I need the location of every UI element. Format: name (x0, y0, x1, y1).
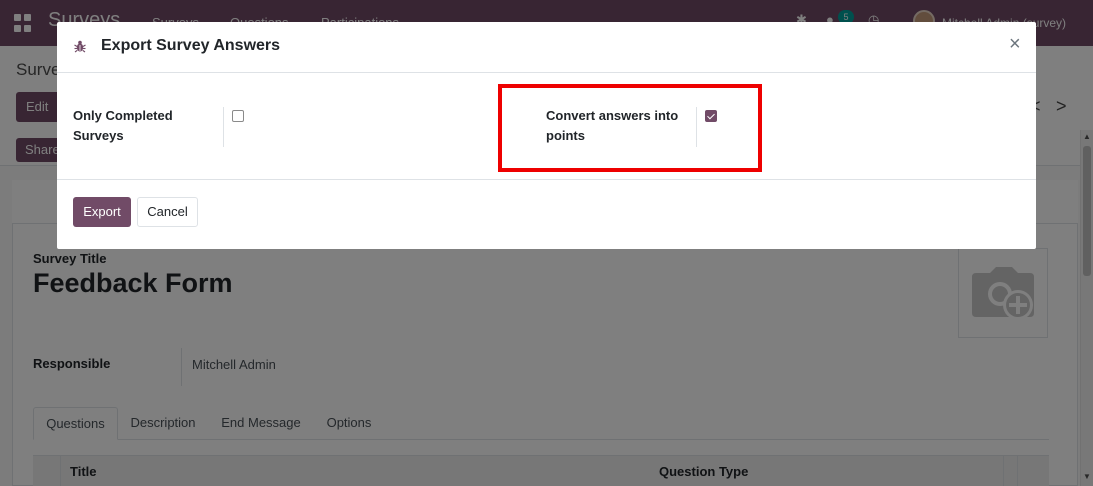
dialog-title: Export Survey Answers (101, 37, 281, 54)
only-completed-surveys-checkbox[interactable] (232, 110, 244, 122)
bug-icon (74, 40, 86, 53)
highlight-annotation (498, 84, 762, 172)
export-button[interactable]: Export (73, 197, 131, 227)
dialog-header: Export Survey Answers × (57, 22, 1036, 73)
cancel-button[interactable]: Cancel (137, 197, 198, 227)
export-dialog: Export Survey Answers × Only Completed S… (57, 22, 1036, 249)
field-divider (223, 107, 224, 147)
only-completed-surveys-label: Only Completed Surveys (73, 108, 173, 143)
close-icon[interactable]: × (1009, 34, 1021, 54)
